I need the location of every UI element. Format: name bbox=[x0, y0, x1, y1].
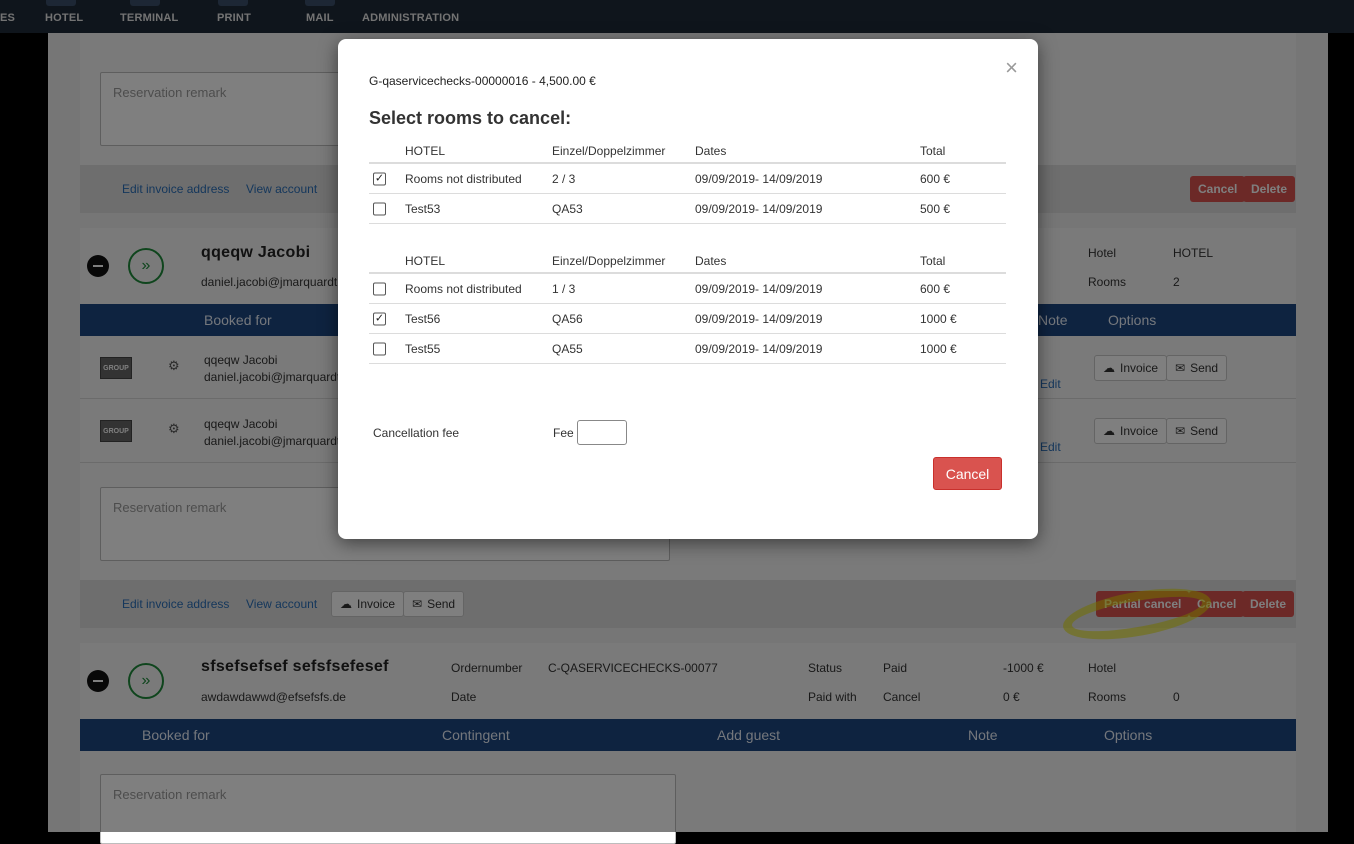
room-select-checkbox[interactable] bbox=[373, 342, 386, 355]
room-total: 600 € bbox=[920, 171, 951, 186]
room-dates: 09/09/2019- 14/09/2019 bbox=[695, 171, 823, 186]
room-dates: 09/09/2019- 14/09/2019 bbox=[695, 201, 823, 216]
modal-title: Select rooms to cancel: bbox=[369, 108, 572, 128]
close-icon[interactable]: × bbox=[1005, 57, 1018, 79]
room-type: QA55 bbox=[552, 341, 583, 356]
room-type: QA56 bbox=[552, 311, 583, 326]
room-hotel: Test56 bbox=[405, 311, 441, 326]
room-total: 600 € bbox=[920, 281, 951, 296]
room-row: Test53 QA53 09/09/2019- 14/09/2019 500 € bbox=[369, 194, 1006, 224]
cancellation-fee-label: Cancellation fee bbox=[373, 426, 460, 440]
header-total: Total bbox=[920, 254, 946, 268]
room-dates: 09/09/2019- 14/09/2019 bbox=[695, 311, 823, 326]
fee-prefix-label: Fee bbox=[553, 426, 574, 440]
header-hotel: HOTEL bbox=[405, 144, 446, 158]
rooms-table-header: HOTEL Einzel/Doppelzimmer Dates Total bbox=[369, 250, 1006, 274]
header-dates: Dates bbox=[695, 144, 727, 158]
rooms-table-header: HOTEL Einzel/Doppelzimmer Dates Total bbox=[369, 140, 1006, 164]
room-total: 1000 € bbox=[920, 341, 957, 356]
header-room-type: Einzel/Doppelzimmer bbox=[552, 254, 666, 268]
fee-input[interactable] bbox=[577, 420, 627, 445]
room-hotel: Test55 bbox=[405, 341, 441, 356]
header-room-type: Einzel/Doppelzimmer bbox=[552, 144, 666, 158]
room-select-checkbox[interactable] bbox=[373, 202, 386, 215]
header-total: Total bbox=[920, 144, 946, 158]
room-dates: 09/09/2019- 14/09/2019 bbox=[695, 341, 823, 356]
rooms-table-1: HOTEL Einzel/Doppelzimmer Dates Total ✓ … bbox=[369, 140, 1006, 224]
room-hotel: Rooms not distributed bbox=[405, 281, 522, 296]
room-select-checkbox[interactable]: ✓ bbox=[373, 172, 386, 185]
room-dates: 09/09/2019- 14/09/2019 bbox=[695, 281, 823, 296]
room-total: 1000 € bbox=[920, 311, 957, 326]
room-type: 2 / 3 bbox=[552, 171, 576, 186]
room-type: QA53 bbox=[552, 201, 583, 216]
room-row: ✓ Test56 QA56 09/09/2019- 14/09/2019 100… bbox=[369, 304, 1006, 334]
cancel-rooms-modal: × G-qaservicechecks-00000016 - 4,500.00 … bbox=[338, 39, 1038, 539]
room-select-checkbox[interactable] bbox=[373, 282, 386, 295]
room-hotel: Rooms not distributed bbox=[405, 171, 522, 186]
confirm-cancel-button[interactable]: Cancel bbox=[933, 457, 1002, 490]
room-type: 1 / 3 bbox=[552, 281, 576, 296]
booking-reference: G-qaservicechecks-00000016 - 4,500.00 € bbox=[369, 74, 596, 88]
room-hotel: Test53 bbox=[405, 201, 441, 216]
header-hotel: HOTEL bbox=[405, 254, 446, 268]
room-total: 500 € bbox=[920, 201, 951, 216]
room-row: Test55 QA55 09/09/2019- 14/09/2019 1000 … bbox=[369, 334, 1006, 364]
room-row: ✓ Rooms not distributed 2 / 3 09/09/2019… bbox=[369, 164, 1006, 194]
rooms-table-2: HOTEL Einzel/Doppelzimmer Dates Total Ro… bbox=[369, 250, 1006, 364]
header-dates: Dates bbox=[695, 254, 727, 268]
room-select-checkbox[interactable]: ✓ bbox=[373, 312, 386, 325]
room-row: Rooms not distributed 1 / 3 09/09/2019- … bbox=[369, 274, 1006, 304]
